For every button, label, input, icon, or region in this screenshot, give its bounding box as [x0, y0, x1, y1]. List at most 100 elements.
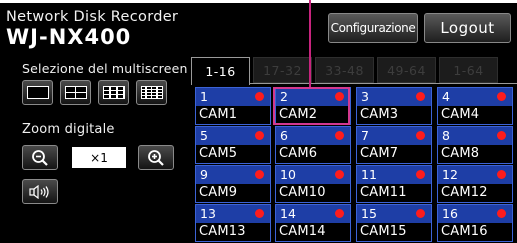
camera-name: CAM6 [279, 146, 318, 161]
camera-name-bar: CAM15 [357, 223, 431, 241]
recording-dot-icon [497, 209, 506, 218]
recording-dot-icon [497, 131, 506, 140]
cam2-highlight-box [273, 87, 350, 125]
audio-button[interactable] [22, 179, 58, 204]
camera-number: 1 [200, 89, 208, 104]
camera-number: 12 [442, 167, 458, 182]
zoom-in-button[interactable] [138, 145, 174, 170]
camera-tile[interactable]: 5 CAM5 [195, 126, 271, 164]
recording-dot-icon [335, 170, 344, 179]
speaker-icon [29, 184, 49, 199]
camera-name-bar: CAM16 [438, 223, 512, 241]
tab-49-64[interactable]: 49-64 [377, 57, 436, 83]
camera-name: CAM10 [279, 185, 326, 200]
camera-name-bar: CAM14 [276, 223, 350, 241]
camera-tile[interactable]: 14 CAM14 [275, 204, 351, 242]
camera-tile[interactable]: 11 CAM11 [356, 165, 432, 203]
camera-name: CAM4 [441, 107, 480, 122]
camera-name-bar: CAM10 [276, 184, 350, 202]
app-model: WJ-NX400 [6, 25, 132, 49]
camera-name-bar: CAM11 [357, 184, 431, 202]
layout-4-button[interactable] [60, 80, 91, 105]
camera-name: CAM1 [199, 107, 238, 122]
camera-tile[interactable]: 7 CAM7 [356, 126, 432, 164]
tab-1-16[interactable]: 1-16 [191, 57, 250, 85]
camera-name-bar: CAM5 [196, 145, 270, 163]
app-title: Network Disk Recorder [6, 9, 179, 25]
camera-name: CAM9 [199, 185, 238, 200]
camera-name-bar: CAM12 [438, 184, 512, 202]
camera-name-bar: CAM1 [196, 106, 270, 124]
recording-dot-icon [416, 92, 425, 101]
camera-number: 3 [361, 89, 369, 104]
camera-name-bar: CAM7 [357, 145, 431, 163]
camera-tile[interactable]: 13 CAM13 [195, 204, 271, 242]
camera-name-bar: CAM4 [438, 106, 512, 124]
camera-name: CAM7 [360, 146, 399, 161]
layout-1-icon [26, 86, 49, 99]
camera-name-bar: CAM9 [196, 184, 270, 202]
camera-number: 10 [280, 167, 296, 182]
camera-number: 14 [280, 206, 296, 221]
recording-dot-icon [335, 209, 344, 218]
recording-dot-icon [255, 92, 264, 101]
multiscreen-label: Selezione del multiscreen [22, 61, 188, 76]
zoom-level-value: ×1 [72, 147, 126, 168]
camera-tile[interactable]: 1 CAM1 [195, 87, 271, 125]
camera-name: CAM14 [279, 224, 326, 239]
callout-pointer-line [309, 0, 311, 88]
zoom-out-button[interactable] [22, 145, 58, 170]
camera-name: CAM13 [199, 224, 246, 239]
recording-dot-icon [416, 209, 425, 218]
camera-tile[interactable]: 4 CAM4 [437, 87, 513, 125]
camera-tile[interactable]: 9 CAM9 [195, 165, 271, 203]
camera-name: CAM12 [441, 185, 488, 200]
tab-17-32[interactable]: 17-32 [253, 57, 312, 83]
camera-number: 16 [442, 206, 458, 221]
camera-number: 15 [361, 206, 377, 221]
tab-1-64[interactable]: 1-64 [439, 57, 498, 83]
recording-dot-icon [255, 131, 264, 140]
camera-number: 4 [442, 89, 450, 104]
camera-number: 7 [361, 128, 369, 143]
recorder-screen: Network Disk Recorder WJ-NX400 Configura… [0, 3, 517, 243]
recording-dot-icon [255, 209, 264, 218]
camera-tile[interactable]: 8 CAM8 [437, 126, 513, 164]
camera-tile[interactable]: 10 CAM10 [275, 165, 351, 203]
recording-dot-icon [255, 170, 264, 179]
camera-tile[interactable]: 6 CAM6 [275, 126, 351, 164]
camera-name: CAM11 [360, 185, 407, 200]
camera-tile[interactable]: 15 CAM15 [356, 204, 432, 242]
camera-name: CAM5 [199, 146, 238, 161]
configuration-button[interactable]: Configurazione [328, 13, 418, 43]
recording-dot-icon [416, 170, 425, 179]
camera-name: CAM3 [360, 107, 399, 122]
camera-name: CAM8 [441, 146, 480, 161]
tab-33-48[interactable]: 33-48 [315, 57, 374, 83]
camera-number: 13 [200, 206, 216, 221]
logout-button[interactable]: Logout [424, 13, 511, 43]
layout-1-button[interactable] [22, 80, 53, 105]
zoom-out-icon [32, 149, 48, 166]
recording-dot-icon [497, 170, 506, 179]
recording-dot-icon [416, 131, 425, 140]
recording-dot-icon [497, 92, 506, 101]
digital-zoom-label: Zoom digitale [22, 122, 115, 137]
camera-tile[interactable]: 12 CAM12 [437, 165, 513, 203]
camera-number: 5 [200, 128, 208, 143]
recording-dot-icon [335, 131, 344, 140]
camera-name: CAM16 [441, 224, 488, 239]
zoom-in-icon [148, 149, 164, 166]
camera-name-bar: CAM3 [357, 106, 431, 124]
camera-tile[interactable]: 16 CAM16 [437, 204, 513, 242]
camera-name-bar: CAM6 [276, 145, 350, 163]
camera-name: CAM15 [360, 224, 407, 239]
camera-tile[interactable]: 3 CAM3 [356, 87, 432, 125]
camera-number: 9 [200, 167, 208, 182]
camera-number: 8 [442, 128, 450, 143]
layout-16-icon [140, 86, 163, 99]
layout-9-button[interactable] [98, 80, 129, 105]
layout-4-icon [64, 86, 87, 99]
layout-9-icon [102, 86, 125, 99]
layout-16-button[interactable] [136, 80, 167, 105]
